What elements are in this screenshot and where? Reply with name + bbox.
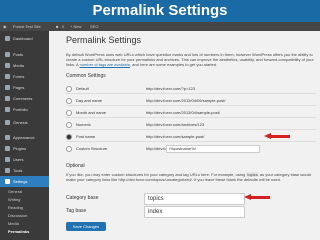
tags-available-link[interactable]: number of tags are available — [80, 62, 130, 67]
new-content-link[interactable]: + New — [70, 22, 81, 31]
option-label: Numeric — [76, 122, 91, 127]
sidebar-item-users[interactable]: Users — [0, 154, 49, 165]
arrow-shaft — [270, 135, 290, 138]
radio-month-and-name[interactable] — [66, 110, 72, 116]
page-title: Permalink Settings — [66, 35, 142, 45]
radio-numeric[interactable] — [66, 122, 72, 128]
genesis-icon — [5, 120, 10, 125]
plugins-icon — [5, 146, 10, 151]
sidebar-item-forms[interactable]: Forms — [0, 71, 49, 82]
red-arrow-category-base — [244, 194, 270, 201]
option-example: http://dev.foxxr.com/archives/123 — [146, 122, 205, 127]
sidebar-item-appearance[interactable]: Appearance — [0, 132, 49, 143]
option-label: Post name — [76, 134, 96, 139]
radio-custom-structure[interactable] — [66, 146, 72, 152]
option-example: http://dev.foxxr.com/2013/04/sample-post… — [146, 110, 220, 115]
tag-base-input[interactable]: index — [144, 206, 245, 218]
sidebar-item-genesis[interactable]: Genesis — [0, 117, 49, 128]
media-icon — [5, 63, 10, 68]
divider — [66, 117, 316, 118]
forms-icon — [5, 74, 10, 79]
option-label: Month and name — [76, 110, 107, 115]
seo-link[interactable]: SEO — [90, 22, 98, 31]
admin-bar: ◉ Forest Test Site ■ 0 + New SEO — [0, 22, 320, 31]
sidebar-item-posts[interactable]: Posts — [0, 49, 49, 60]
sidebar-item-plugins[interactable]: Plugins — [0, 143, 49, 154]
arrow-head — [244, 194, 251, 200]
option-label: Custom Structure — [76, 146, 108, 151]
divider — [66, 129, 316, 130]
radio-default[interactable] — [66, 86, 72, 92]
comments-count: 0 — [62, 24, 65, 29]
tag-base-label: Tag base — [66, 208, 87, 214]
arrow-shaft — [250, 196, 270, 199]
optional-heading: Optional — [66, 163, 85, 169]
category-base-label: Category base — [66, 195, 99, 201]
option-label: Default — [76, 86, 89, 91]
submenu-item-writing[interactable]: Writing — [0, 196, 49, 203]
pages-icon — [5, 85, 10, 90]
submenu-item-discussion[interactable]: Discussion — [0, 212, 49, 219]
radio-day-and-name[interactable] — [66, 98, 72, 104]
submenu-item-permalinks[interactable]: Permalinks — [0, 228, 49, 235]
radio-post-name[interactable] — [66, 134, 72, 140]
site-name-link[interactable]: Forest Test Site — [13, 22, 41, 31]
common-settings-heading: Common Settings — [66, 73, 106, 79]
arrow-head — [264, 133, 271, 139]
custom-structure-input[interactable]: /%postname%/ — [166, 145, 260, 153]
intro-text: By default WordPress uses web URLs which… — [66, 52, 314, 67]
option-example: http://dev.foxxr.com/2013/04/09/sample-p… — [146, 98, 226, 103]
category-base-input[interactable]: topics — [144, 193, 245, 205]
dashboard-icon — [5, 36, 10, 41]
portfolio-icon — [5, 107, 10, 112]
comments-icon — [5, 96, 10, 101]
comments-icon[interactable]: ■ — [56, 22, 58, 31]
users-icon — [5, 157, 10, 162]
submenu-item-general[interactable]: General — [0, 188, 49, 195]
sidebar-item-settings[interactable]: Settings — [0, 176, 49, 187]
pin-icon — [5, 52, 10, 57]
submenu-item-reading[interactable]: Reading — [0, 204, 49, 211]
wordpress-logo-icon[interactable]: ◉ — [3, 22, 7, 31]
sidebar-item-tools[interactable]: Tools — [0, 165, 49, 176]
red-arrow-post-name — [264, 133, 290, 140]
sidebar-item-comments[interactable]: Comments — [0, 93, 49, 104]
sidebar-item-portfolio[interactable]: Portfolio — [0, 104, 49, 115]
slide-title: Permalink Settings — [0, 0, 320, 22]
option-label: Day and name — [76, 98, 103, 103]
save-changes-button[interactable]: Save Changes — [66, 222, 106, 231]
sidebar-item-media[interactable]: Media — [0, 60, 49, 71]
submenu-item-media[interactable]: Media — [0, 220, 49, 227]
tools-icon — [5, 168, 10, 173]
option-example: http://dev.foxxr.com/?p=123 — [146, 86, 195, 91]
divider — [66, 141, 316, 142]
divider — [66, 93, 316, 94]
sidebar-item-dashboard[interactable]: Dashboard — [0, 33, 49, 44]
settings-icon — [5, 179, 10, 184]
appearance-icon — [5, 135, 10, 140]
divider — [66, 105, 316, 106]
sidebar-item-pages[interactable]: Pages — [0, 82, 49, 93]
optional-description: If you like, you may enter custom struct… — [66, 172, 311, 182]
